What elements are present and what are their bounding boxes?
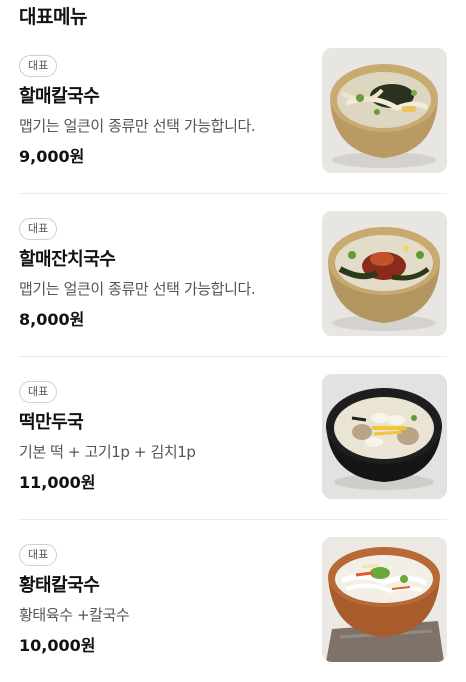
menu-item-price: 8,000원 <box>19 310 85 329</box>
menu-item-name: 할매잔치국수 <box>19 249 116 270</box>
menu-item[interactable]: 대표 황태칼국수 황태육수 +칼국수 10,000원 <box>0 519 466 682</box>
menu-item-description: 맵기는 얼큰이 종류만 선택 가능합니다. <box>19 280 256 298</box>
signature-badge: 대표 <box>19 218 58 240</box>
signature-badge: 대표 <box>19 544 58 566</box>
signature-badge: 대표 <box>19 55 58 77</box>
section-title: 대표메뉴 <box>19 6 87 28</box>
signature-badge: 대표 <box>19 381 58 403</box>
menu-item-price: 11,000원 <box>19 473 96 492</box>
menu-item-name: 떡만두국 <box>19 412 84 433</box>
hwangtae-kalguksu-bowl-photo[interactable] <box>322 537 447 662</box>
janchi-guksu-bowl-photo[interactable] <box>322 211 447 336</box>
menu-item-name: 할매칼국수 <box>19 86 100 107</box>
menu-item[interactable]: 대표 할매칼국수 맵기는 얼큰이 종류만 선택 가능합니다. 9,000원 <box>0 30 466 193</box>
menu-list: 대표 할매칼국수 맵기는 얼큰이 종류만 선택 가능합니다. 9,000원 대표 <box>0 30 466 682</box>
tteok-mandu-guk-bowl-photo[interactable] <box>322 374 447 499</box>
menu-item[interactable]: 대표 할매잔치국수 맵기는 얼큰이 종류만 선택 가능합니다. 8,000원 <box>0 193 466 356</box>
menu-item-price: 10,000원 <box>19 636 96 655</box>
menu-item-description: 맵기는 얼큰이 종류만 선택 가능합니다. <box>19 117 256 135</box>
menu-item[interactable]: 대표 떡만두국 기본 떡 + 고기1p + 김치1p 11,000원 <box>0 356 466 519</box>
menu-item-description: 황태육수 +칼국수 <box>19 606 130 624</box>
menu-item-name: 황태칼국수 <box>19 575 100 596</box>
kalguksu-bowl-photo[interactable] <box>322 48 447 173</box>
menu-item-description: 기본 떡 + 고기1p + 김치1p <box>19 443 196 461</box>
menu-item-price: 9,000원 <box>19 147 85 166</box>
